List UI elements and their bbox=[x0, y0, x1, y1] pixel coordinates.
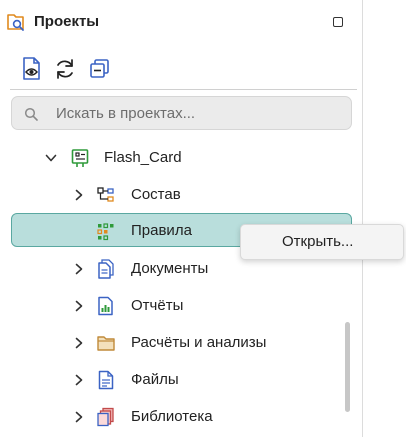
folder-search-icon bbox=[6, 12, 26, 34]
menu-item-label: Открыть... bbox=[282, 233, 354, 250]
menu-item-open[interactable]: Открыть... bbox=[242, 226, 402, 258]
tree-project-label: Flash_Card bbox=[104, 149, 182, 166]
context-menu: Открыть... bbox=[240, 224, 404, 260]
panel-header: Проекты bbox=[0, 0, 362, 46]
tree-item-sostav[interactable]: Состав bbox=[0, 177, 362, 211]
chevron-right-icon[interactable] bbox=[73, 410, 85, 423]
chevron-right-icon[interactable] bbox=[73, 188, 85, 201]
chevron-right-icon[interactable] bbox=[73, 262, 85, 275]
tree-item-faily[interactable]: Файлы bbox=[0, 362, 362, 396]
search-icon bbox=[24, 107, 38, 121]
report-chart-icon bbox=[97, 296, 115, 316]
refresh-icon bbox=[57, 59, 73, 79]
tree-item-label: Библиотека bbox=[131, 408, 213, 425]
library-books-icon bbox=[97, 407, 115, 427]
panel-title: Проекты bbox=[34, 13, 100, 30]
tree-item-biblioteka[interactable]: Библиотека bbox=[0, 399, 362, 433]
projects-panel: Проекты Искать в проектах... Flash_Card … bbox=[0, 0, 363, 437]
file-icon bbox=[97, 370, 115, 390]
tree-item-label: Документы bbox=[131, 260, 209, 277]
refresh-button[interactable] bbox=[53, 56, 77, 82]
chevron-right-icon[interactable] bbox=[73, 373, 85, 386]
folder-icon bbox=[97, 333, 115, 353]
tree-item-label: Отчёты bbox=[131, 297, 184, 314]
tree-item-otchety[interactable]: Отчёты bbox=[0, 288, 362, 322]
tree-item-label: Правила bbox=[131, 222, 192, 239]
maximize-icon[interactable] bbox=[333, 17, 343, 27]
project-board-icon bbox=[71, 148, 89, 168]
chevron-right-icon[interactable] bbox=[73, 299, 85, 312]
chevron-right-icon[interactable] bbox=[73, 336, 85, 349]
rules-grid-icon bbox=[97, 221, 115, 241]
tree-item-raschety[interactable]: Расчёты и анализы bbox=[0, 325, 362, 359]
tree-item-label: Файлы bbox=[131, 371, 179, 388]
toolbar-divider bbox=[10, 89, 357, 90]
document-view-icon bbox=[23, 57, 40, 80]
hierarchy-icon bbox=[97, 185, 115, 205]
collapse-all-icon bbox=[90, 59, 109, 78]
tree-project-flash-card[interactable]: Flash_Card bbox=[0, 140, 362, 174]
collapse-all-button[interactable] bbox=[88, 56, 112, 82]
chevron-down-icon[interactable] bbox=[45, 151, 57, 163]
search-input[interactable] bbox=[56, 97, 336, 129]
panel-toolbar bbox=[0, 56, 362, 84]
vertical-scrollbar[interactable] bbox=[345, 322, 350, 412]
tree-item-label: Расчёты и анализы bbox=[131, 334, 267, 351]
documents-icon bbox=[97, 259, 115, 279]
search-box[interactable] bbox=[11, 96, 352, 130]
document-view-button[interactable] bbox=[20, 56, 44, 82]
tree-item-label: Состав bbox=[131, 186, 181, 203]
